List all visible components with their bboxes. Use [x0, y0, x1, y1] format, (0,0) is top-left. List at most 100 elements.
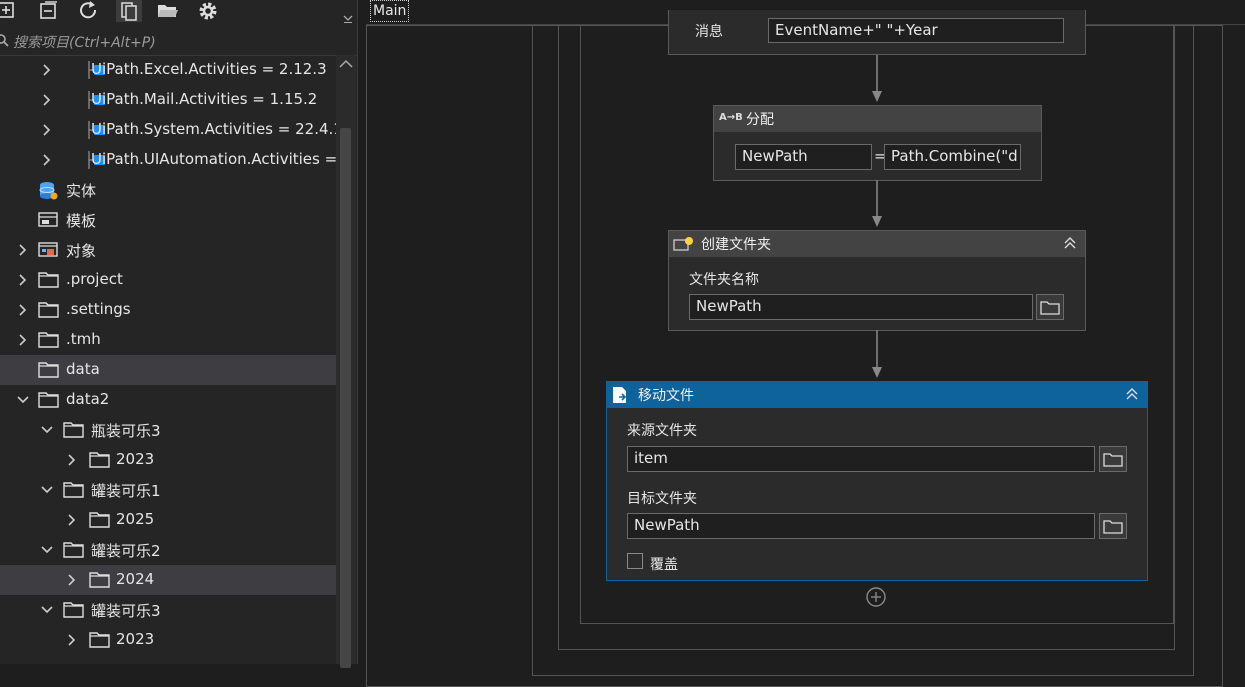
assign-to-input[interactable]: NewPath — [735, 144, 872, 170]
scrollbar-thumb[interactable] — [340, 128, 351, 668]
expand-all-icon — [0, 2, 14, 18]
message-input[interactable]: EventName+" "+Year — [768, 18, 1064, 43]
chevron-right-icon[interactable] — [65, 453, 79, 467]
tree-item-label: 2025 — [116, 510, 155, 528]
tree-item-uipath-system-activities-22-4-1[interactable]: UiPath.System.Activities = 22.4.1 — [0, 115, 336, 145]
new-folder-icon — [673, 237, 693, 251]
show-all-files-button[interactable] — [116, 0, 142, 22]
assign-value-input[interactable]: Path.Combine("d — [884, 144, 1021, 170]
tree-item-data[interactable]: data — [0, 355, 336, 385]
tree-item-project[interactable]: .project — [0, 265, 336, 295]
create-folder-header: 创建文件夹 — [669, 231, 1085, 257]
collapse-icon[interactable] — [1063, 236, 1077, 250]
settings-button[interactable] — [195, 0, 221, 22]
tree-item-2023[interactable]: 2023 — [0, 625, 336, 655]
folder-icon — [1103, 520, 1123, 534]
folder-icon — [89, 511, 111, 529]
folder-icon — [38, 271, 60, 289]
tree-item-data2[interactable]: data2 — [0, 385, 336, 415]
chevron-right-icon[interactable] — [65, 573, 79, 587]
tree-item-node[interactable]: 模板 — [0, 205, 336, 235]
chevron-down-icon[interactable] — [40, 543, 54, 557]
assign-title: 分配 — [746, 112, 774, 128]
refresh-button[interactable] — [76, 0, 102, 22]
tree-item-3[interactable]: 瓶装可乐3 — [0, 415, 336, 445]
tree-item-2025[interactable]: 2025 — [0, 505, 336, 535]
folder-open-icon — [158, 5, 178, 17]
search-box[interactable]: 搜索项目(Ctrl+Alt+P) — [0, 28, 357, 56]
folder-icon — [63, 601, 85, 619]
destination-folder-label: 目标文件夹 — [627, 491, 697, 507]
scroll-up-arrow-icon[interactable] — [339, 59, 353, 69]
search-icon — [0, 34, 9, 47]
chevron-down-icon[interactable] — [40, 603, 54, 617]
browse-destination-button[interactable] — [1099, 513, 1127, 539]
chevron-right-icon[interactable] — [65, 633, 79, 647]
browse-folder-button[interactable] — [1036, 294, 1064, 320]
create-folder-title: 创建文件夹 — [701, 237, 771, 253]
source-folder-input[interactable]: item — [627, 446, 1095, 472]
chevron-right-icon[interactable] — [16, 333, 30, 347]
chevron-down-icon[interactable] — [40, 483, 54, 497]
chevron-right-icon[interactable] — [40, 63, 54, 77]
tree-item-2[interactable]: 罐装可乐2 — [0, 535, 336, 565]
folder-icon — [89, 571, 111, 589]
tree-item-label: 2024 — [116, 570, 155, 588]
move-file-activity[interactable]: 移动文件 来源文件夹 item 目标文件夹 NewPath 覆盖 — [606, 381, 1148, 581]
tree-item-1[interactable]: 罐装可乐1 — [0, 475, 336, 505]
object-icon — [38, 241, 60, 259]
designer-canvas: Main 消息 EventName+" "+Year A→B 分配 NewPat… — [358, 0, 1245, 687]
flow-arrow — [872, 55, 882, 102]
chevron-right-icon[interactable] — [16, 303, 30, 317]
tree-item-2023[interactable]: 2023 — [0, 445, 336, 475]
chevron-down-icon[interactable] — [342, 12, 354, 24]
open-folder-button[interactable] — [155, 0, 181, 22]
folder-icon — [38, 361, 60, 379]
collapse-all-button[interactable] — [35, 0, 61, 22]
tree-item-label: UiPath.UIAutomation.Activities = — [91, 150, 336, 168]
folder-icon — [1040, 301, 1060, 315]
create-folder-activity[interactable]: 创建文件夹 文件夹名称 NewPath — [668, 230, 1086, 331]
assign-activity[interactable]: A→B 分配 NewPath = Path.Combine("d — [713, 105, 1042, 181]
tree-item-node[interactable]: 对象 — [0, 235, 336, 265]
tree-item-label: .settings — [66, 300, 131, 318]
chevron-down-icon[interactable] — [40, 423, 54, 437]
chevron-right-icon[interactable] — [40, 123, 54, 137]
tree-item-node[interactable]: 实体 — [0, 175, 336, 205]
chevron-down-icon[interactable] — [16, 393, 30, 407]
chevron-right-icon[interactable] — [16, 243, 30, 257]
add-activity-icon[interactable] — [865, 586, 887, 608]
collapse-all-icon — [40, 1, 57, 19]
folder-icon — [38, 331, 60, 349]
tree-item-tmh[interactable]: .tmh — [0, 325, 336, 355]
refresh-icon — [80, 1, 97, 19]
show-all-files-icon — [121, 2, 137, 21]
folder-name-input[interactable]: NewPath — [689, 294, 1033, 320]
tree-item-label: 瓶装可乐3 — [91, 422, 161, 440]
tree-item-2024[interactable]: 2024 — [0, 565, 336, 595]
expand-all-button[interactable] — [0, 0, 20, 22]
log-message-activity[interactable]: 消息 EventName+" "+Year — [668, 10, 1086, 55]
collapse-icon[interactable] — [1125, 387, 1139, 401]
chevron-right-icon[interactable] — [40, 153, 54, 167]
destination-folder-input[interactable]: NewPath — [627, 513, 1095, 539]
message-label: 消息 — [695, 24, 723, 40]
chevron-right-icon[interactable] — [16, 273, 30, 287]
assign-icon: A→B — [719, 112, 743, 123]
tree-item-uipath-excel-activities-2-12-3[interactable]: UiPath.Excel.Activities = 2.12.3 — [0, 55, 336, 85]
tree-item-settings[interactable]: .settings — [0, 295, 336, 325]
tree-item-label: 罐装可乐1 — [91, 482, 161, 500]
chevron-right-icon[interactable] — [65, 513, 79, 527]
overwrite-checkbox[interactable] — [627, 553, 643, 569]
chevron-right-icon[interactable] — [40, 93, 54, 107]
folder-name-label: 文件夹名称 — [689, 272, 759, 288]
flow-arrow — [872, 180, 882, 227]
tree-item-uipath-mail-activities-1-15-2[interactable]: UiPath.Mail.Activities = 1.15.2 — [0, 85, 336, 115]
gear-icon — [199, 2, 217, 20]
tab-main[interactable]: Main — [370, 0, 410, 22]
browse-source-button[interactable] — [1099, 446, 1127, 472]
tree-scrollbar[interactable] — [336, 55, 356, 668]
tree-item-label: 2023 — [116, 450, 155, 468]
tree-item-3[interactable]: 罐装可乐3 — [0, 595, 336, 625]
tree-item-uipath-uiautomation-activities[interactable]: UiPath.UIAutomation.Activities = — [0, 145, 336, 175]
